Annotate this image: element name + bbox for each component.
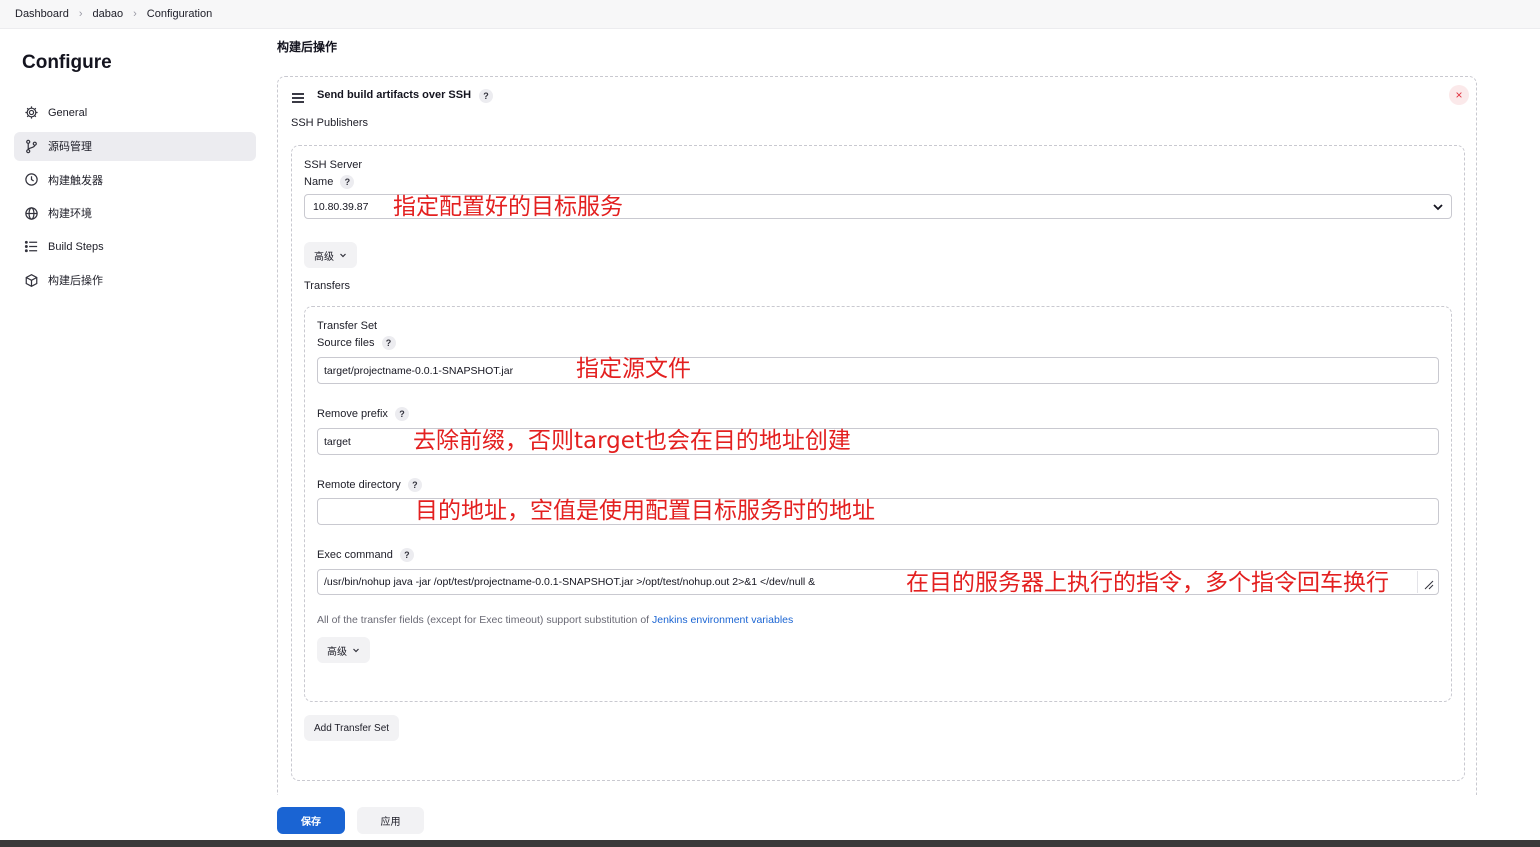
exec-command-label-text: Exec command <box>317 548 393 561</box>
help-icon[interactable]: ? <box>340 175 355 189</box>
branch-icon <box>23 138 39 154</box>
sidebar-item-label: Build Steps <box>48 240 104 253</box>
exec-command-label: Exec command ? <box>317 548 414 562</box>
help-icon[interactable]: ? <box>381 336 396 350</box>
ssh-server-value: 10.80.39.87 <box>313 200 369 213</box>
sidebar-nav: General 源码管理 构建触发器 构建环境 Build Steps 构建后操… <box>14 98 256 299</box>
breadcrumb-dashboard[interactable]: Dashboard <box>15 8 69 20</box>
resize-handle-icon[interactable] <box>1417 571 1437 593</box>
drag-handle-icon[interactable] <box>292 93 304 103</box>
close-icon[interactable]: × <box>1449 85 1469 105</box>
sidebar-item-label: 源码管理 <box>48 141 92 153</box>
source-files-label-text: Source files <box>317 336 375 349</box>
sidebar-item-environment[interactable]: 构建环境 <box>14 199 256 228</box>
globe-icon <box>23 205 39 221</box>
sidebar-item-label: General <box>48 106 88 119</box>
chevron-right-icon: › <box>78 8 83 20</box>
name-label-text: Name <box>304 175 334 188</box>
chevron-down-icon <box>1433 204 1443 211</box>
source-files-label: Source files ? <box>317 336 396 350</box>
annotation-prefix: 去除前缀，否则target也会在目的地址创建 <box>413 428 851 454</box>
list-icon <box>23 239 39 255</box>
chevron-down-icon <box>353 648 359 653</box>
breadcrumb: Dashboard › dabao › Configuration <box>0 0 1540 29</box>
substitution-note: All of the transfer fields (except for E… <box>317 614 793 626</box>
annotation-source: 指定源文件 <box>576 356 691 382</box>
note-text: All of the transfer fields (except for E… <box>317 614 652 626</box>
sidebar-item-general[interactable]: General <box>14 98 256 127</box>
ssh-publisher-box: SSH Server Name ? 10.80.39.87 高级 Transfe… <box>291 145 1465 781</box>
help-icon[interactable]: ? <box>394 407 409 421</box>
save-button[interactable]: 保存 <box>277 807 345 834</box>
advanced-label: 高级 <box>314 251 334 263</box>
annotation-name: 指定配置好的目标服务 <box>393 194 623 220</box>
breadcrumb-job[interactable]: dabao <box>93 8 124 20</box>
sidebar-item-build-steps[interactable]: Build Steps <box>14 232 256 261</box>
help-icon[interactable]: ? <box>479 89 493 103</box>
sidebar-item-label: 构建环境 <box>48 208 92 220</box>
chevron-down-icon <box>340 253 346 258</box>
remove-prefix-label: Remove prefix ? <box>317 407 409 421</box>
apply-button[interactable]: 应用 <box>357 807 424 834</box>
remote-directory-label: Remote directory ? <box>317 478 422 492</box>
transfers-label: Transfers <box>304 280 351 292</box>
sidebar-item-label: 构建后操作 <box>48 275 103 287</box>
advanced-label: 高级 <box>327 646 347 658</box>
name-label: Name ? <box>304 175 355 189</box>
builder-title: Send build artifacts over SSH <box>317 89 472 101</box>
sidebar-item-triggers[interactable]: 构建触发器 <box>14 165 256 194</box>
cube-icon <box>23 272 39 288</box>
advanced-button[interactable]: 高级 <box>304 242 357 268</box>
annotation-exec: 在目的服务器上执行的指令，多个指令回车换行 <box>906 570 1389 596</box>
remote-directory-label-text: Remote directory <box>317 478 401 491</box>
transfer-advanced-button[interactable]: 高级 <box>317 637 370 663</box>
clock-icon <box>23 172 39 188</box>
source-files-input[interactable]: target/projectname-0.0.1-SNAPSHOT.jar <box>317 357 1439 384</box>
help-icon[interactable]: ? <box>407 478 422 492</box>
env-vars-link[interactable]: Jenkins environment variables <box>652 614 793 626</box>
sidebar-item-scm[interactable]: 源码管理 <box>14 131 256 161</box>
sidebar-item-post-build[interactable]: 构建后操作 <box>14 266 256 295</box>
ssh-publishers-label: SSH Publishers <box>291 117 369 129</box>
ssh-server-label: SSH Server <box>304 159 363 171</box>
help-icon[interactable]: ? <box>399 548 414 562</box>
annotation-remote: 目的地址，空值是使用配置目标服务时的地址 <box>415 498 875 524</box>
chevron-right-icon: › <box>133 8 137 20</box>
add-transfer-set-label: Add Transfer Set <box>314 722 390 734</box>
add-transfer-set-button[interactable]: Add Transfer Set <box>304 715 400 741</box>
gear-icon <box>23 105 39 121</box>
section-title: 构建后操作 <box>277 40 338 54</box>
exec-command-value: /usr/bin/nohup java -jar /opt/test/proje… <box>324 576 816 588</box>
breadcrumb-configuration[interactable]: Configuration <box>147 8 212 20</box>
transfer-set-label: Transfer Set <box>317 320 378 332</box>
window-bottom-edge <box>0 840 1540 847</box>
page-title: Configure <box>22 52 112 73</box>
remove-prefix-label-text: Remove prefix <box>317 407 388 420</box>
sidebar-item-label: 构建触发器 <box>48 174 103 187</box>
